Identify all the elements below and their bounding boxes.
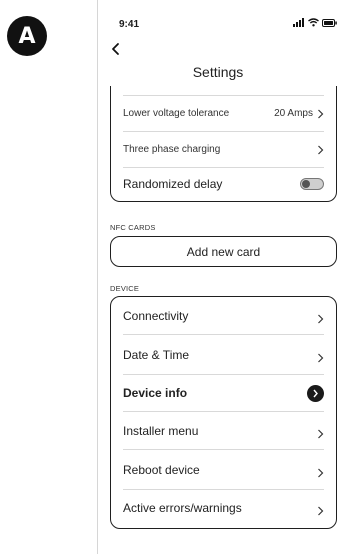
section-label-nfc: NFC CARDS <box>110 223 156 232</box>
device-row-installer-menu[interactable]: Installer menu <box>123 412 324 450</box>
chevron-right-icon <box>318 109 324 118</box>
chevron-right-icon <box>318 353 324 362</box>
randomized-delay-toggle[interactable] <box>300 178 324 190</box>
device-settings-group: Connectivity Date & Time Device info Ins… <box>110 296 337 529</box>
device-row-label: Device info <box>123 386 188 400</box>
chevron-right-icon <box>318 506 324 516</box>
phone-frame-edge <box>97 0 98 554</box>
chevron-right-icon <box>318 145 324 154</box>
settings-row-label: Three phase charging <box>123 144 221 155</box>
device-row-label: Connectivity <box>123 308 189 323</box>
device-row-date-time[interactable]: Date & Time <box>123 335 324 375</box>
chevron-right-icon <box>318 429 324 438</box>
add-new-card-button[interactable]: Add new card <box>110 236 337 267</box>
figure-label-badge: A <box>7 16 47 56</box>
device-row-label: Installer menu <box>123 423 199 438</box>
settings-row-randomized-delay: Randomized delay <box>123 166 324 201</box>
status-time: 9:41 <box>119 19 140 30</box>
chevron-right-icon <box>318 468 324 477</box>
device-row-reboot[interactable]: Reboot device <box>123 450 324 490</box>
settings-row-value: 20 Amps <box>274 108 313 119</box>
page-title: Settings <box>192 64 244 80</box>
chevron-right-icon <box>318 314 324 323</box>
settings-row-three-phase[interactable]: Three phase charging <box>123 132 324 168</box>
device-row-active-errors[interactable]: Active errors/warnings <box>123 490 324 526</box>
selected-chevron-icon <box>307 384 324 402</box>
wifi-icon <box>308 18 319 27</box>
back-chevron-icon[interactable] <box>110 41 124 57</box>
device-row-label: Date & Time <box>123 347 190 362</box>
settings-row-label: Randomized delay <box>123 177 223 191</box>
charging-settings-group: Lower voltage tolerance 20 Amps Three ph… <box>110 86 337 202</box>
settings-row-label: Lower voltage tolerance <box>123 108 230 119</box>
section-label-device: DEVICE <box>110 284 140 293</box>
battery-icon <box>322 18 337 27</box>
device-row-label: Reboot device <box>123 462 200 477</box>
device-row-label: Active errors/warnings <box>123 501 242 515</box>
signal-icon <box>293 18 304 27</box>
device-row-device-info[interactable]: Device info <box>123 375 324 412</box>
device-row-connectivity[interactable]: Connectivity <box>123 297 324 335</box>
status-icons <box>293 18 337 27</box>
settings-row-lower-voltage[interactable]: Lower voltage tolerance 20 Amps <box>123 96 324 132</box>
